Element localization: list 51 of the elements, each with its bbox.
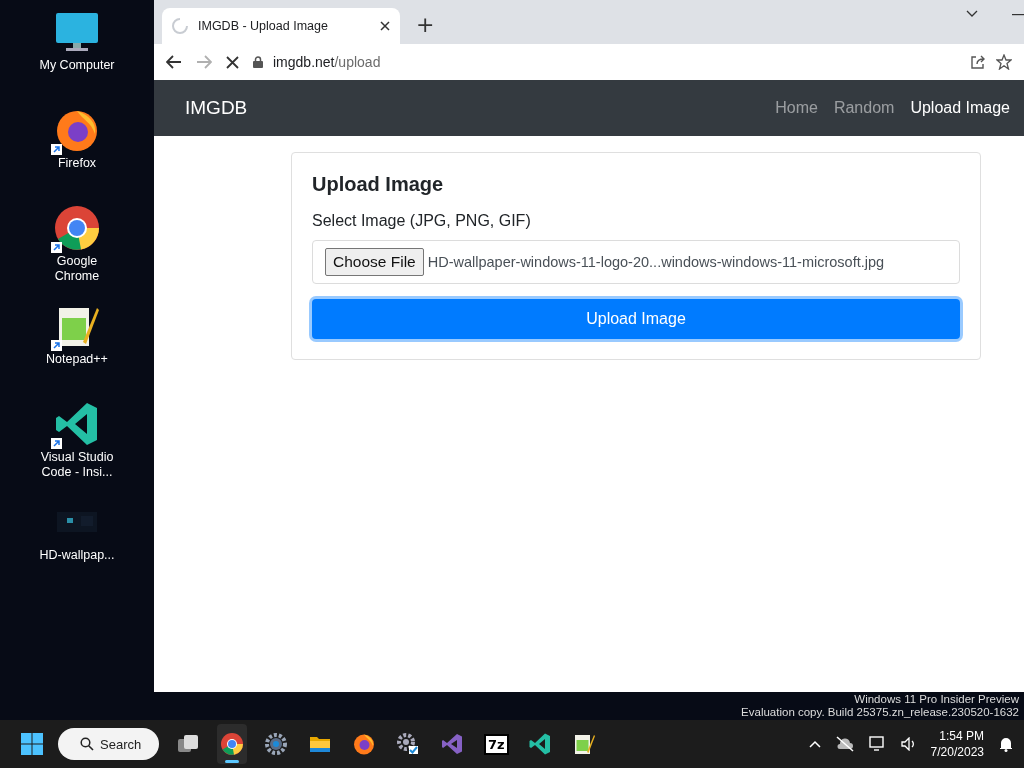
tab-title: IMGDB - Upload Image [198,19,329,33]
share-icon[interactable] [970,54,986,70]
notepad-icon [572,732,597,756]
close-icon[interactable] [380,21,390,31]
desktop-icon-label[interactable]: Visual Studio Code - Insi... [37,450,117,480]
cloud-off-icon[interactable] [834,736,855,752]
site-brand[interactable]: IMGDB [185,97,768,119]
address-field[interactable]: imgdb.net/upload [273,54,381,70]
stop-icon[interactable] [226,55,239,69]
watermark-text: Evaluation copy. Build 25375.zn_release.230520-1632 [741,706,1019,719]
nav-link[interactable]: Random [825,99,903,117]
start-icon[interactable] [20,732,44,756]
desktop-icon-label[interactable]: HD-wallpap... [39,548,115,563]
search-icon [80,737,94,751]
vscode-icon [528,732,553,756]
gear-icon[interactable] [264,732,289,756]
field-label: Select Image (JPG, PNG, GIF) [312,212,532,230]
gear-check-icon[interactable] [396,732,421,756]
choose-file-button[interactable]: Choose File [325,248,424,276]
chevron-up-icon[interactable] [808,740,821,748]
browser-tab[interactable]: IMGDB - Upload Image [162,8,400,44]
upload-button[interactable]: Upload Image [312,299,960,339]
volume-icon[interactable] [900,737,917,751]
nav-link[interactable]: Upload Image [902,99,1018,117]
search-field[interactable]: Search [58,728,160,760]
file-input-field[interactable]: Choose File HD-wallpaper-windows-11-logo-20...windows-windows-11-microsoft.jpg [312,240,960,284]
new-tab-button[interactable]: + [416,12,435,38]
network-icon[interactable] [868,736,887,752]
watermark-text: Windows 11 Pro Insider Preview [854,693,1019,706]
visual-studio-icon[interactable] [440,732,465,756]
chevron-down-icon[interactable] [966,10,978,18]
clock-time[interactable]: 1:54 PM [939,728,984,744]
desktop-icon-label[interactable]: Notepad++ [46,352,108,367]
card-title: Upload Image [312,173,445,196]
bell-icon[interactable] [998,736,1014,752]
firefox-icon [352,732,377,756]
7zip-icon[interactable]: 7z [483,733,509,755]
star-icon[interactable] [996,54,1012,70]
taskbar-button[interactable]: 7z [481,724,512,764]
chrome-icon [220,732,245,756]
desktop-icon-label[interactable]: Google Chrome [37,254,117,284]
desktop-icon-label[interactable]: Firefox [57,156,97,171]
desktop-icon-label[interactable]: My Computer [39,58,115,73]
chrome-icon [53,204,101,252]
file-name: HD-wallpaper-windows-11-logo-20...windows-windows-11-microsoft.jpg [427,254,885,270]
clock-date[interactable]: 7/20/2023 [930,744,984,760]
lock-icon [253,56,263,68]
nav-link[interactable]: Home [767,99,826,117]
back-icon[interactable] [166,55,182,69]
minimize-icon[interactable] [1012,14,1024,16]
taskbar-button[interactable] [217,724,248,764]
